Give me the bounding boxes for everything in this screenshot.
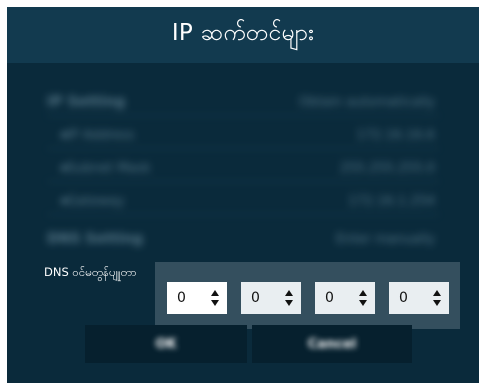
octet-3-value: 0	[325, 290, 334, 306]
dns-setting-row[interactable]: DNS Setting Enter manually	[7, 220, 479, 258]
gateway-label: Gateway	[67, 193, 125, 209]
dialog-title: IP ဆက်တင်များ	[171, 20, 315, 46]
octet-1-value: 0	[177, 290, 186, 306]
dns-ip-editor: 0 0 0 0	[155, 262, 460, 329]
dns-setting-value: Enter manually	[335, 231, 435, 247]
ok-button[interactable]: OK	[85, 325, 247, 363]
gateway-value: 172.16.1.254	[348, 193, 435, 209]
subnet-mask-value: 255.255.255.0	[339, 160, 435, 176]
up-down-arrows-icon[interactable]	[285, 289, 293, 307]
octet-4-stepper[interactable]: 0	[389, 282, 449, 314]
up-down-arrows-icon[interactable]	[211, 289, 219, 307]
subnet-mask-label: Subnet Mask	[67, 160, 151, 176]
octet-2-value: 0	[251, 290, 260, 306]
cancel-button-label: Cancel	[307, 336, 357, 352]
ip-address-label: IP Address	[67, 127, 135, 143]
octet-1-stepper[interactable]: 0	[167, 282, 227, 314]
dns-setting-label: DNS Setting	[47, 231, 144, 247]
ok-button-label: OK	[155, 336, 177, 352]
up-down-arrows-icon[interactable]	[359, 289, 367, 307]
dns-server-label: DNS ဝင်မတွန်ပျုုတာ	[44, 265, 137, 279]
up-down-arrows-icon[interactable]	[433, 289, 441, 307]
ip-setting-value: Obtain automatically	[298, 94, 435, 110]
octet-3-stepper[interactable]: 0	[315, 282, 375, 314]
dialog-header: IP ဆက်တင်များ	[7, 7, 479, 63]
octet-2-stepper[interactable]: 0	[241, 282, 301, 314]
ip-address-value: 172.16.16.6	[356, 127, 435, 143]
octet-4-value: 0	[399, 290, 408, 306]
divider	[47, 214, 439, 215]
ip-setting-label: IP Setting	[47, 94, 126, 110]
ip-settings-dialog: IP ဆက်တင်များ IP Setting Obtain automati…	[7, 7, 479, 383]
cancel-button[interactable]: Cancel	[252, 325, 412, 363]
